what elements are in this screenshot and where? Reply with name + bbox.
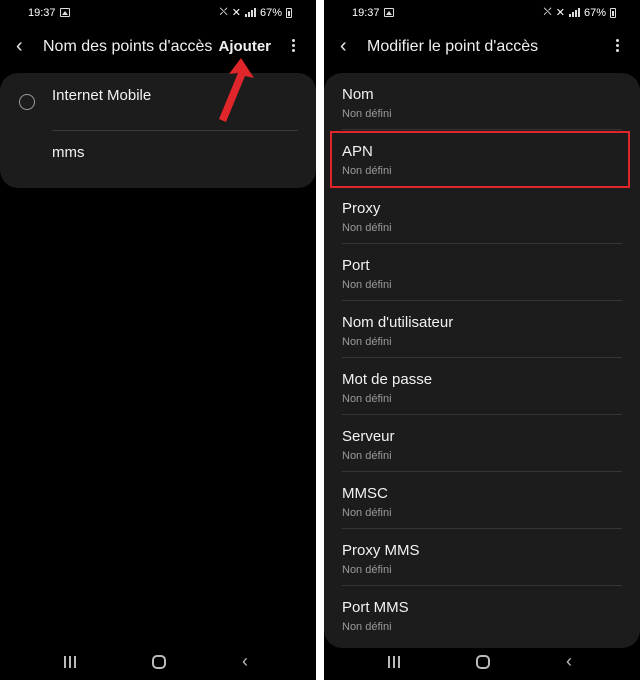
- nav-back-icon[interactable]: ‹: [242, 652, 248, 670]
- apn-item-mms[interactable]: mms: [0, 130, 316, 187]
- add-apn-button[interactable]: Ajouter: [219, 38, 272, 55]
- field-nom[interactable]: Nom Non défini: [324, 73, 640, 130]
- signal-icon: [244, 8, 256, 17]
- field-mms-port[interactable]: Port MMS Non défini: [324, 586, 640, 643]
- battery-icon: [610, 7, 616, 18]
- field-label: Proxy: [342, 200, 381, 217]
- mute-icon: ✕: [231, 7, 241, 19]
- signal-icon: [568, 8, 580, 17]
- page-title: Nom des points d'accès: [43, 38, 213, 55]
- recent-apps-icon[interactable]: [388, 656, 400, 668]
- field-value: Non défini: [342, 621, 392, 633]
- mute-icon: ✕: [555, 7, 565, 19]
- more-options-icon[interactable]: [616, 39, 620, 53]
- field-value: Non défini: [342, 222, 392, 234]
- apn-list-screen: 19:37 ⛌ ✕ 67% ‹ Nom des points d'accès A…: [0, 0, 316, 680]
- field-label: Serveur: [342, 428, 395, 445]
- field-value: Non défini: [342, 393, 392, 405]
- field-server[interactable]: Serveur Non défini: [324, 415, 640, 472]
- lock-icon: ⛌: [219, 6, 228, 18]
- status-time: 19:37: [352, 7, 380, 19]
- back-chevron-icon[interactable]: ‹: [16, 36, 23, 56]
- app-bar: ‹ Nom des points d'accès Ajouter: [0, 28, 316, 66]
- field-value: Non défini: [342, 507, 392, 519]
- field-label: Mot de passe: [342, 371, 433, 388]
- home-icon[interactable]: [476, 655, 490, 669]
- back-chevron-icon[interactable]: ‹: [340, 36, 347, 56]
- field-mmsc[interactable]: MMSC Non défini: [324, 472, 640, 529]
- field-label: Port MMS: [342, 599, 409, 616]
- navigation-bar: ‹: [0, 646, 316, 680]
- field-value: Non défini: [342, 279, 392, 291]
- image-notification-icon: [384, 8, 394, 17]
- apn-radio-button[interactable]: [19, 94, 35, 110]
- field-value: Non défini: [342, 450, 392, 462]
- field-label: Proxy MMS: [342, 542, 420, 559]
- apn-name: mms: [52, 144, 85, 161]
- battery-percent: 67%: [259, 6, 282, 19]
- red-arrow-annotation: [219, 58, 254, 122]
- status-time: 19:37: [28, 7, 56, 19]
- status-bar: 19:37 ⛌ ✕ 67%: [0, 0, 316, 28]
- battery-percent: 67%: [583, 6, 606, 19]
- field-label: Nom: [342, 86, 374, 103]
- home-icon[interactable]: [152, 655, 166, 669]
- apn-highlight-box: [330, 131, 630, 188]
- field-label: MMSC: [342, 485, 388, 502]
- apn-item-internet-mobile[interactable]: Internet Mobile: [0, 73, 316, 130]
- image-notification-icon: [60, 8, 70, 17]
- field-proxy[interactable]: Proxy Non défini: [324, 187, 640, 244]
- navigation-bar: ‹: [324, 646, 640, 680]
- lock-icon: ⛌: [543, 6, 552, 18]
- edit-apn-screen: 19:37 ⛌ ✕ 67% ‹ Modifier le point d'accè…: [324, 0, 640, 680]
- status-bar: 19:37 ⛌ ✕ 67%: [324, 0, 640, 28]
- page-title: Modifier le point d'accès: [367, 38, 539, 55]
- nav-back-icon[interactable]: ‹: [566, 652, 572, 670]
- field-password[interactable]: Mot de passe Non défini: [324, 358, 640, 415]
- battery-icon: [286, 7, 292, 18]
- field-username[interactable]: Nom d'utilisateur Non défini: [324, 301, 640, 358]
- apn-name: Internet Mobile: [52, 87, 152, 104]
- field-label: Nom d'utilisateur: [342, 314, 454, 331]
- field-mms-proxy[interactable]: Proxy MMS Non défini: [324, 529, 640, 586]
- recent-apps-icon[interactable]: [64, 656, 76, 668]
- apn-list: Internet Mobile mms: [0, 73, 316, 188]
- field-value: Non défini: [342, 108, 392, 120]
- field-value: Non défini: [342, 564, 392, 576]
- field-port[interactable]: Port Non défini: [324, 244, 640, 301]
- field-label: Port: [342, 257, 370, 274]
- field-value: Non défini: [342, 336, 392, 348]
- more-options-icon[interactable]: [292, 39, 296, 53]
- app-bar: ‹ Modifier le point d'accès: [324, 28, 640, 66]
